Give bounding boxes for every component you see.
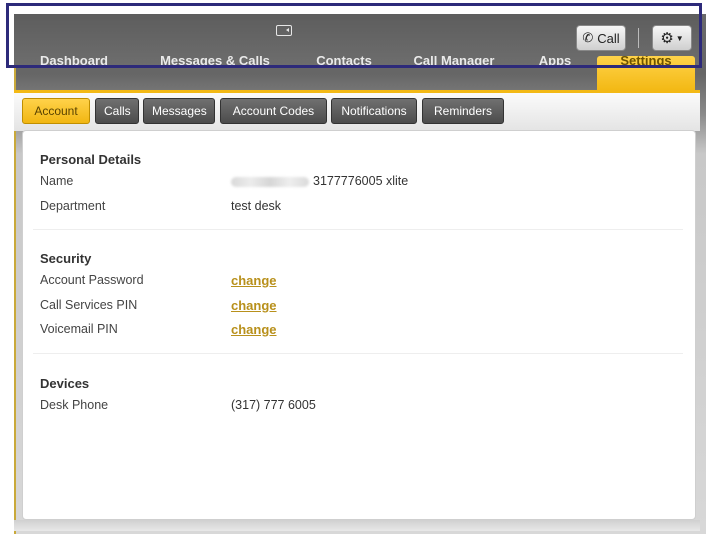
settings-menu-button[interactable]: ⚙ ▼ xyxy=(652,25,692,51)
change-call-services-pin-link[interactable]: change xyxy=(231,298,277,313)
tab-call-manager[interactable]: Call Manager xyxy=(404,56,504,90)
main-nav: Dashboard Messages & Calls Contacts Call… xyxy=(14,56,700,90)
tab-dashboard[interactable]: Dashboard xyxy=(24,56,124,90)
department-value: test desk xyxy=(231,199,282,213)
video-icon[interactable] xyxy=(276,25,292,36)
window-bottom xyxy=(14,520,700,531)
section-divider xyxy=(33,353,683,354)
call-button-label: Call xyxy=(597,30,620,46)
devices-heading: Devices xyxy=(40,376,90,391)
phone-icon: ✆ xyxy=(582,30,594,45)
account-password-label: Account Password xyxy=(40,273,144,287)
gear-icon: ⚙ xyxy=(660,30,674,47)
call-services-pin-label: Call Services PIN xyxy=(40,298,138,312)
name-label: Name xyxy=(40,174,74,188)
desk-phone-label: Desk Phone xyxy=(40,398,109,412)
subtab-notifications[interactable]: Notifications xyxy=(331,98,417,124)
subtab-calls[interactable]: Calls xyxy=(95,98,139,124)
tab-messages-calls[interactable]: Messages & Calls xyxy=(150,56,280,90)
chevron-down-icon: ▼ xyxy=(675,33,684,43)
subtab-reminders[interactable]: Reminders xyxy=(422,98,504,124)
settings-subtabs: Account Calls Messages Account Codes Not… xyxy=(14,90,700,131)
account-panel: Personal Details Name 3177776005 xlite D… xyxy=(22,130,696,520)
toolbar-separator xyxy=(638,28,639,48)
department-label: Department xyxy=(40,199,106,213)
voicemail-pin-label: Voicemail PIN xyxy=(40,322,118,336)
section-divider xyxy=(33,229,683,230)
personal-details-heading: Personal Details xyxy=(40,152,142,167)
call-button[interactable]: ✆ Call xyxy=(576,25,626,51)
tab-settings[interactable]: Settings xyxy=(597,56,695,90)
change-voicemail-pin-link[interactable]: change xyxy=(231,322,277,337)
subtab-account-codes[interactable]: Account Codes xyxy=(220,98,327,124)
security-heading: Security xyxy=(40,251,92,266)
tab-apps[interactable]: Apps xyxy=(529,56,581,90)
desk-phone-value: (317) 777 6005 xyxy=(231,398,316,412)
name-value: 3177776005 xlite xyxy=(231,174,408,188)
redacted-name xyxy=(231,176,309,187)
tab-contacts[interactable]: Contacts xyxy=(304,56,384,90)
subtab-account[interactable]: Account xyxy=(22,98,90,124)
subtab-messages[interactable]: Messages xyxy=(143,98,215,124)
change-account-password-link[interactable]: change xyxy=(231,273,277,288)
